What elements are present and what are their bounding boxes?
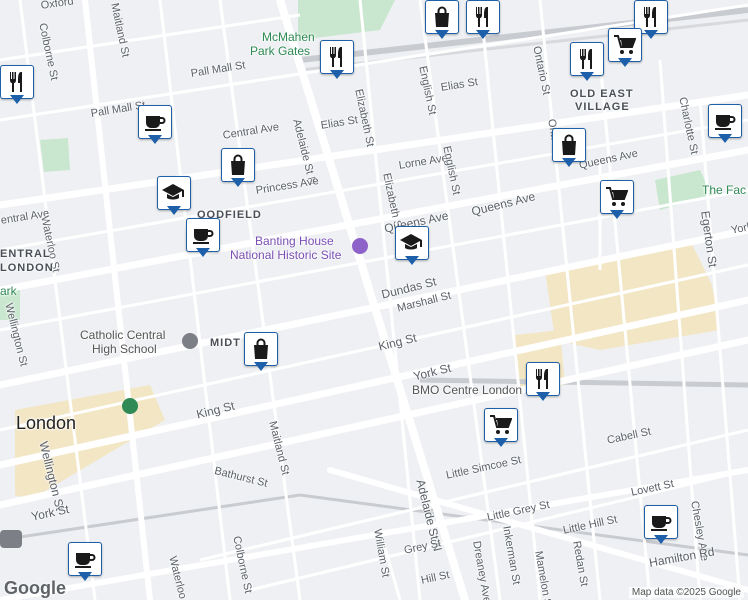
restaurant-icon: [476, 7, 488, 27]
neighbourhood-label: ENTRAL: [0, 248, 51, 260]
neighbourhood-label: VILLAGE: [575, 101, 630, 113]
cafe-icon: [75, 553, 96, 568]
school-icon[interactable]: [182, 333, 198, 349]
shopping-cart-icon: [606, 187, 628, 206]
place-label[interactable]: Banting House: [255, 234, 334, 248]
place-label[interactable]: The Fac: [702, 183, 746, 197]
shopping-cart-marker[interactable]: [608, 28, 642, 70]
cafe-marker[interactable]: [644, 505, 678, 547]
shopping-bag-icon: [231, 154, 245, 175]
neighbourhood-label: OLD EAST: [570, 88, 634, 100]
school-icon: [162, 184, 184, 200]
restaurant-icon: [580, 49, 592, 69]
cafe-icon: [651, 516, 672, 531]
map-canvas[interactable]: Oxford Maitland St Pall Mall St Pall Mal…: [0, 0, 748, 600]
park-area: [40, 138, 70, 172]
place-label[interactable]: McMahen: [262, 30, 315, 44]
restaurant-icon: [10, 72, 22, 92]
shopping-bag-icon: [562, 134, 576, 155]
shopping-cart-marker[interactable]: [484, 408, 518, 450]
restaurant-icon: [330, 47, 342, 67]
place-label[interactable]: Catholic Central: [80, 328, 165, 342]
shopping-cart-icon: [490, 415, 512, 434]
place-label[interactable]: High School: [92, 342, 157, 356]
transit-station-icon[interactable]: [0, 530, 22, 548]
restaurant-marker[interactable]: [570, 42, 604, 84]
school-marker[interactable]: [395, 226, 429, 268]
cafe-icon: [145, 116, 166, 131]
cafe-marker[interactable]: [68, 542, 102, 584]
restaurant-marker[interactable]: [466, 0, 500, 42]
map-attribution[interactable]: Map data ©2025 Google: [628, 587, 744, 598]
school-marker[interactable]: [157, 176, 191, 218]
neighbourhood-label: MIDT: [210, 337, 241, 349]
place-label[interactable]: ark: [0, 284, 17, 298]
shopping-bag-marker[interactable]: [244, 332, 278, 374]
restaurant-marker[interactable]: [0, 65, 34, 107]
google-logo[interactable]: Google: [4, 578, 66, 599]
landmark-icon[interactable]: [352, 238, 368, 254]
shopping-bag-marker[interactable]: [221, 148, 255, 190]
cafe-icon: [193, 229, 214, 244]
school-icon: [400, 234, 422, 250]
shopping-cart-icon: [614, 35, 636, 54]
place-label[interactable]: BMO Centre London: [412, 383, 522, 397]
shopping-bag-marker[interactable]: [552, 128, 586, 170]
shopping-cart-marker[interactable]: [600, 180, 634, 222]
neighbourhood-label: LONDON: [0, 262, 54, 274]
park-icon[interactable]: [122, 398, 138, 414]
cafe-marker[interactable]: [138, 105, 172, 147]
cafe-icon: [715, 115, 736, 130]
cafe-marker[interactable]: [708, 104, 742, 146]
shopping-bag-marker[interactable]: [425, 0, 459, 42]
restaurant-icon: [536, 369, 548, 389]
restaurant-icon: [644, 7, 656, 27]
restaurant-marker[interactable]: [526, 362, 560, 404]
place-label[interactable]: Park Gates: [250, 44, 310, 58]
map-base-layer: [0, 0, 748, 600]
shopping-bag-icon: [254, 338, 268, 359]
shopping-bag-icon: [435, 6, 449, 27]
city-label: London: [16, 413, 77, 433]
place-label[interactable]: National Historic Site: [230, 248, 341, 262]
cafe-marker[interactable]: [186, 218, 220, 260]
restaurant-marker[interactable]: [320, 40, 354, 82]
